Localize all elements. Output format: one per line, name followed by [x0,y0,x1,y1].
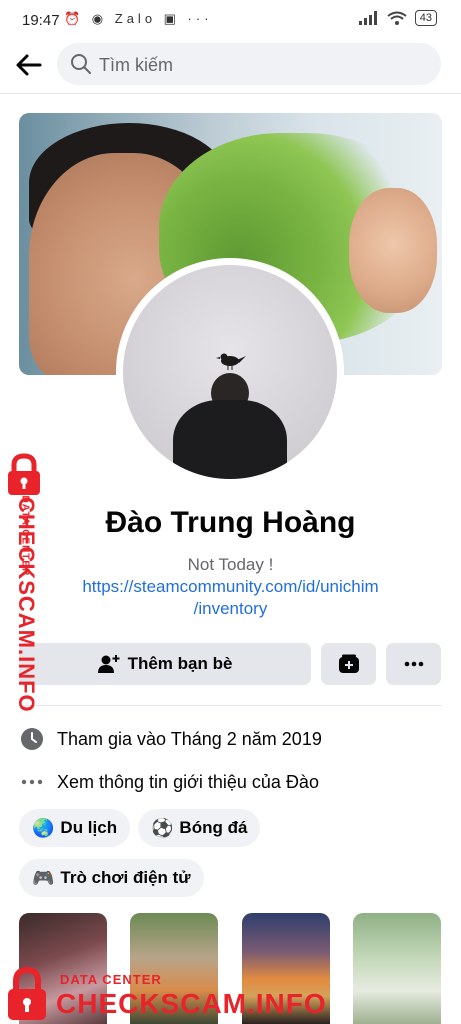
more-dots-icon [19,769,45,795]
bird-icon [216,353,246,370]
divider [0,93,461,94]
notification-icons: ⏰ ◉ Zalo ▣ ··· [64,11,213,26]
joined-date-text: Tham gia vào Tháng 2 năm 2019 [57,728,322,749]
divider [19,705,442,706]
search-input[interactable]: Tìm kiếm [57,43,441,85]
profile-website-link[interactable]: https://steamcommunity.com/id/unichim /i… [0,576,461,620]
more-dots-icon [404,661,423,667]
status-right-icons: 43 [358,10,437,26]
profile-link-line2: /inventory [193,599,268,618]
hobby-chip-video-games[interactable]: 🎮 Trò chơi điện tử [19,859,204,897]
add-friend-button[interactable]: Thêm bạn bè [19,643,311,685]
soccer-ball-icon: ⚽ [151,817,174,838]
avatar-figure-body [173,400,287,479]
back-arrow-icon[interactable] [14,50,44,80]
profile-link-line1: https://steamcommunity.com/id/unichim [82,577,379,596]
status-time: 19:47 [22,12,60,29]
see-about-text: Xem thông tin giới thiệu của Đào [57,771,319,792]
hobby-label: Du lịch [60,818,118,837]
profile-name: Đào Trung Hoàng [105,506,356,539]
hobby-chip-travel[interactable]: 🌏 Du lịch [19,809,131,847]
gamepad-icon: 🎮 [32,867,55,888]
featured-photo-4[interactable] [353,913,441,1024]
watermark-side: DATA CENTER CHECKSCAM.INFO [0,452,50,713]
hobby-label: Bóng đá [179,818,248,837]
lock-icon [8,453,40,495]
profile-bio: Not Today ! [187,555,274,574]
search-placeholder: Tìm kiếm [99,55,173,75]
search-row: Tìm kiếm [0,40,461,92]
watermark-bottom-brand: CHECKSCAM.INFO [56,988,327,1019]
watermark-bottom-sub: DATA CENTER [60,972,162,987]
search-icon [71,54,91,74]
more-options-button[interactable] [386,643,441,685]
follow-button[interactable] [321,643,376,685]
clock-icon [19,726,45,752]
battery-icon: 43 [414,10,437,26]
profile-avatar[interactable] [123,265,337,479]
watermark-side-brand: CHECKSCAM.INFO [14,497,39,713]
globe-icon: 🌏 [32,817,55,838]
joined-date-row: Tham gia vào Tháng 2 năm 2019 [19,724,322,754]
add-friend-label: Thêm bạn bè [127,654,233,673]
wifi-icon [387,11,407,25]
inbox-plus-icon [338,654,359,673]
hobby-label: Trò chơi điện tử [60,868,191,887]
status-bar: 19:47 ⏰ ◉ Zalo ▣ ··· 43 [0,0,461,40]
lock-icon [8,966,46,1020]
see-about-row[interactable]: Xem thông tin giới thiệu của Đào [19,767,319,797]
add-friend-icon [97,655,120,673]
cover-figure-face-right [349,188,437,313]
hobby-chip-football[interactable]: ⚽ Bóng đá [138,809,261,847]
watermark-bottom: DATA CENTER CHECKSCAM.INFO [0,962,326,1024]
signal-icon [358,11,377,25]
